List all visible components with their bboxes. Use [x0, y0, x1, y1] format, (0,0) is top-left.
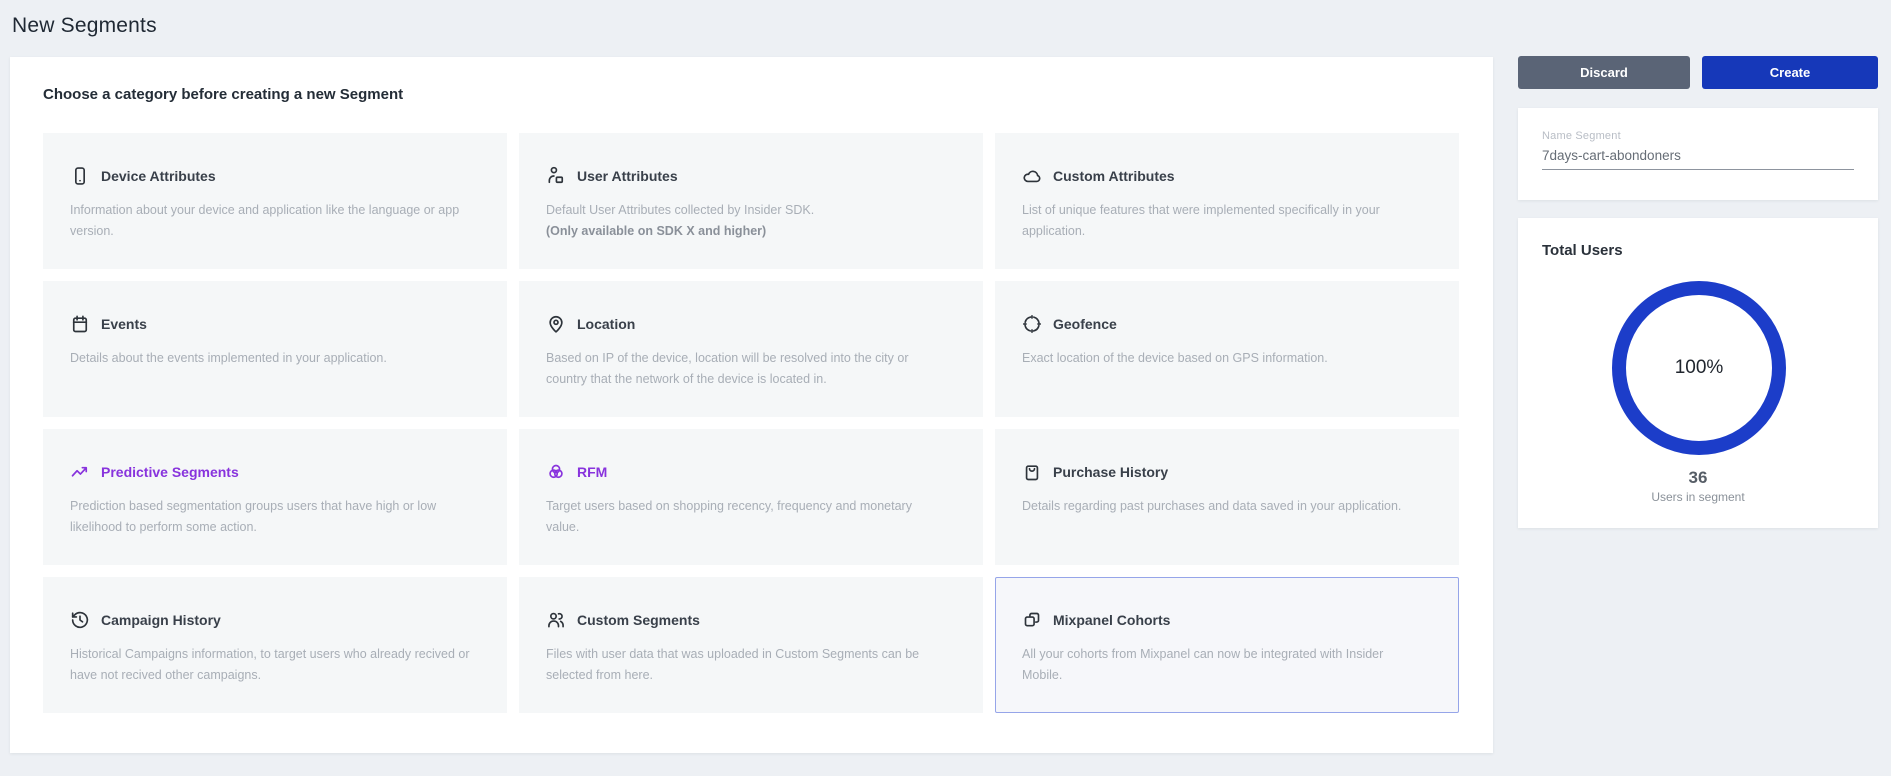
name-segment-card: Name Segment: [1518, 108, 1878, 200]
users-count-caption: Users in segment: [1518, 490, 1878, 504]
category-title: Events: [101, 316, 147, 332]
category-card-mixpanel-cohorts[interactable]: Mixpanel Cohorts All your cohorts from M…: [995, 577, 1459, 713]
cloud-icon: [1022, 166, 1042, 186]
panel-heading: Choose a category before creating a new …: [43, 86, 403, 103]
category-card-custom-segments[interactable]: Custom Segments Files with user data tha…: [519, 577, 983, 713]
name-segment-label: Name Segment: [1542, 130, 1854, 142]
category-title: Custom Attributes: [1053, 168, 1175, 184]
category-description: Information about your device and applic…: [70, 200, 470, 242]
shopping-bag-icon: [1022, 462, 1042, 482]
geofence-icon: [1022, 314, 1042, 334]
venn-circles-icon: [546, 462, 566, 482]
category-title: User Attributes: [577, 168, 678, 184]
category-description: Exact location of the device based on GP…: [1022, 348, 1422, 369]
category-description: Details regarding past purchases and dat…: [1022, 496, 1422, 517]
discard-button[interactable]: Discard: [1518, 56, 1690, 89]
users-icon: [546, 610, 566, 630]
category-description: Based on IP of the device, location will…: [546, 348, 946, 390]
category-card-device-attributes[interactable]: Device Attributes Information about your…: [43, 133, 507, 269]
category-card-geofence[interactable]: Geofence Exact location of the device ba…: [995, 281, 1459, 417]
category-card-rfm[interactable]: RFM Target users based on shopping recen…: [519, 429, 983, 565]
overlapping-squares-icon: [1022, 610, 1042, 630]
category-card-custom-attributes[interactable]: Custom Attributes List of unique feature…: [995, 133, 1459, 269]
category-card-purchase-history[interactable]: Purchase History Details regarding past …: [995, 429, 1459, 565]
create-button[interactable]: Create: [1702, 56, 1878, 89]
category-description: Target users based on shopping recency, …: [546, 496, 946, 538]
donut-percent-label: 100%: [1604, 273, 1794, 463]
category-title: RFM: [577, 464, 607, 480]
calendar-icon: [70, 314, 90, 334]
category-description: Historical Campaigns information, to tar…: [70, 644, 470, 686]
device-icon: [70, 166, 90, 186]
total-users-card: Total Users 100% 36 Users in segment: [1518, 218, 1878, 528]
users-count: 36: [1518, 468, 1878, 488]
category-card-predictive-segments[interactable]: Predictive Segments Prediction based seg…: [43, 429, 507, 565]
category-card-location[interactable]: Location Based on IP of the device, loca…: [519, 281, 983, 417]
category-description: Details about the events implemented in …: [70, 348, 470, 369]
category-description-note: (Only available on SDK X and higher): [546, 221, 946, 242]
category-title: Geofence: [1053, 316, 1117, 332]
category-title: Location: [577, 316, 635, 332]
category-description: All your cohorts from Mixpanel can now b…: [1022, 644, 1422, 686]
category-card-events[interactable]: Events Details about the events implemen…: [43, 281, 507, 417]
category-description: Default User Attributes collected by Ins…: [546, 200, 946, 221]
user-device-icon: [546, 166, 566, 186]
category-title: Custom Segments: [577, 612, 700, 628]
total-users-heading: Total Users: [1542, 242, 1854, 259]
history-clock-icon: [70, 610, 90, 630]
category-card-user-attributes[interactable]: User Attributes Default User Attributes …: [519, 133, 983, 269]
category-title: Predictive Segments: [101, 464, 239, 480]
trend-arrow-icon: [70, 462, 90, 482]
category-panel: Choose a category before creating a new …: [10, 57, 1493, 753]
total-users-donut-chart: 100%: [1604, 273, 1794, 463]
name-segment-input[interactable]: [1542, 148, 1854, 170]
category-title: Campaign History: [101, 612, 221, 628]
category-title: Device Attributes: [101, 168, 216, 184]
category-title: Purchase History: [1053, 464, 1168, 480]
category-title: Mixpanel Cohorts: [1053, 612, 1170, 628]
page-title: New Segments: [12, 14, 157, 38]
map-pin-icon: [546, 314, 566, 334]
category-description: Prediction based segmentation groups use…: [70, 496, 470, 538]
category-grid: Device Attributes Information about your…: [43, 133, 1459, 713]
category-description: Files with user data that was uploaded i…: [546, 644, 946, 686]
category-description: List of unique features that were implem…: [1022, 200, 1422, 242]
category-card-campaign-history[interactable]: Campaign History Historical Campaigns in…: [43, 577, 507, 713]
